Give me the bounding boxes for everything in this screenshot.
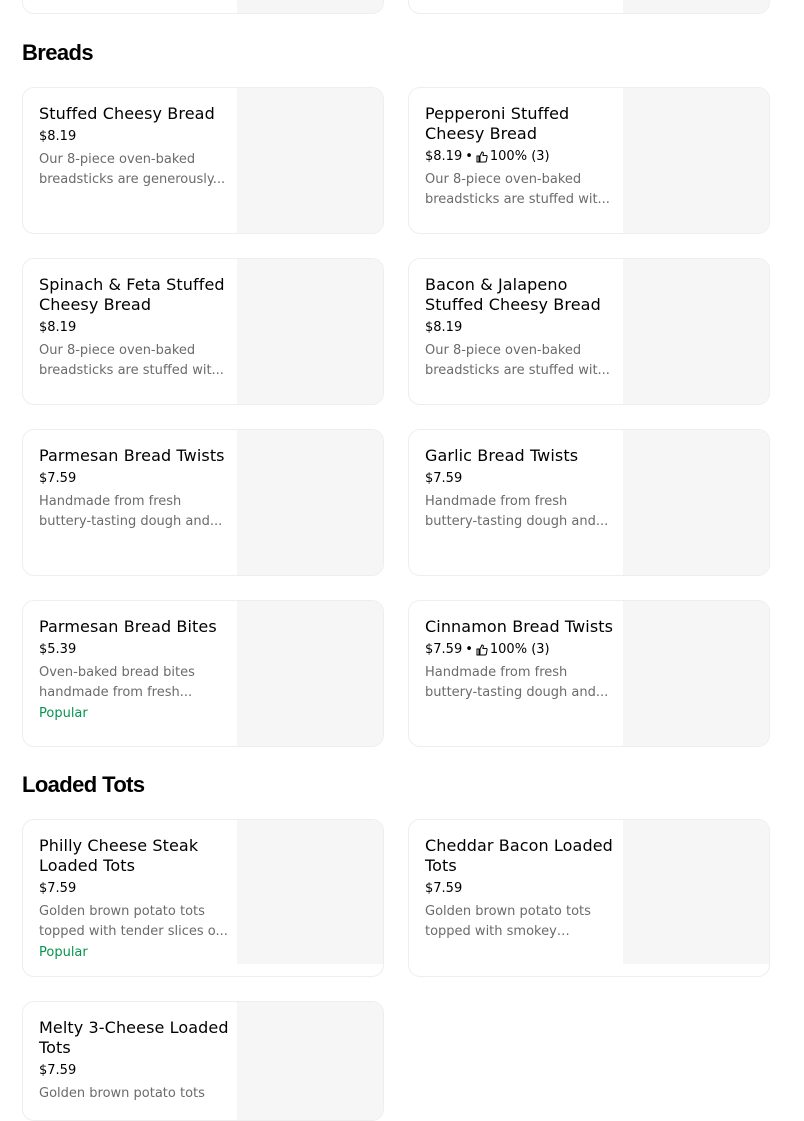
item-image [623, 820, 769, 964]
item-image [237, 430, 383, 575]
menu-item-card[interactable]: Cinnamon Bread Twists $7.59 • 100% (3) H… [408, 600, 770, 747]
item-name: Spinach & Feta Stuffed Cheesy Bread [39, 275, 225, 314]
item-description: Handmade from fresh buttery-tasting doug… [425, 665, 609, 700]
item-description: Golden brown potato tots topped with smo… [425, 904, 591, 939]
item-image [623, 0, 769, 13]
item-name: Pepperoni Stuffed Cheesy Bread [425, 104, 570, 143]
item-price: $7.59 [425, 881, 463, 896]
item-price: $5.39 [39, 642, 77, 657]
menu-item-card[interactable]: Pepperoni Stuffed Cheesy Bread $8.19 • 1… [408, 87, 770, 234]
item-price: $8.19 [425, 149, 463, 164]
item-price: $8.19 [425, 320, 463, 335]
item-description: Handmade from fresh buttery-tasting doug… [425, 494, 609, 529]
item-name: Parmesan Bread Twists [39, 446, 225, 465]
menu-item-card[interactable]: Parmesan Bread Bites $5.39 Oven-baked br… [22, 600, 384, 747]
item-description: Golden brown potato tots [39, 1086, 205, 1101]
menu-item-card[interactable]: Cheddar Bacon Loaded Tots $7.59 Golden b… [408, 819, 770, 977]
item-description: Golden brown potato tots topped with ten… [39, 904, 228, 939]
item-description: Our 8-piece oven-baked breadsticks are s… [425, 172, 610, 207]
item-image [237, 601, 383, 746]
menu-item-card[interactable]: Melty 3-Cheese Loaded Tots $7.59 Golden … [22, 1001, 384, 1121]
item-name: Philly Cheese Steak Loaded Tots [39, 836, 199, 875]
menu-item-card[interactable]: Spinach & Feta Stuffed Cheesy Bread $8.1… [22, 258, 384, 405]
menu-item-card-partial[interactable] [408, 0, 770, 14]
section-title-breads: Breads [22, 40, 94, 65]
item-price: $7.59 [425, 642, 463, 657]
separator-dot: • [465, 642, 473, 657]
item-image [623, 259, 769, 404]
item-image [623, 88, 769, 233]
item-description: Our 8-piece oven-baked breadsticks are s… [39, 343, 224, 378]
thumbs-up-icon [476, 151, 488, 163]
item-name: Parmesan Bread Bites [39, 617, 217, 636]
item-price: $7.59 [39, 881, 77, 896]
thumbs-up-icon [476, 644, 488, 656]
item-price: $7.59 [425, 471, 463, 486]
item-image [237, 1002, 383, 1120]
item-rating: 100% (3) [489, 149, 550, 164]
item-price: $8.19 [39, 320, 77, 335]
item-description: Handmade from fresh buttery-tasting doug… [39, 494, 223, 529]
item-image [237, 259, 383, 404]
menu-item-card[interactable]: Stuffed Cheesy Bread $8.19 Our 8-piece o… [22, 87, 384, 234]
item-price: $7.59 [39, 1063, 77, 1078]
item-description: Our 8-piece oven-baked breadsticks are g… [39, 152, 226, 187]
item-image [237, 0, 383, 13]
item-image [623, 601, 769, 746]
separator-dot: • [465, 149, 473, 164]
item-price: $7.59 [39, 471, 77, 486]
item-price: $8.19 [39, 129, 77, 144]
menu-item-card[interactable]: Garlic Bread Twists $7.59 Handmade from … [408, 429, 770, 576]
item-name: Bacon & Jalapeno Stuffed Cheesy Bread [425, 275, 601, 314]
item-rating: 100% (3) [489, 642, 550, 657]
item-name: Cheddar Bacon Loaded Tots [425, 836, 613, 875]
menu-item-card[interactable]: Bacon & Jalapeno Stuffed Cheesy Bread $8… [408, 258, 770, 405]
section-title-loaded-tots: Loaded Tots [22, 772, 145, 797]
popular-badge: Popular [39, 945, 88, 960]
menu-item-card[interactable]: Parmesan Bread Twists $7.59 Handmade fro… [22, 429, 384, 576]
item-name: Cinnamon Bread Twists [425, 617, 614, 636]
item-image [623, 430, 769, 575]
item-name: Melty 3-Cheese Loaded Tots [39, 1018, 229, 1057]
item-name: Stuffed Cheesy Bread [39, 104, 215, 123]
item-image [237, 88, 383, 233]
item-image [237, 820, 383, 964]
item-description: Oven-baked bread bites handmade from fre… [39, 665, 195, 700]
menu-item-card[interactable]: Philly Cheese Steak Loaded Tots $7.59 Go… [22, 819, 384, 977]
item-description: Our 8-piece oven-baked breadsticks are s… [425, 343, 610, 378]
menu-item-card-partial[interactable] [22, 0, 384, 14]
item-name: Garlic Bread Twists [425, 446, 579, 465]
popular-badge: Popular [39, 706, 88, 721]
